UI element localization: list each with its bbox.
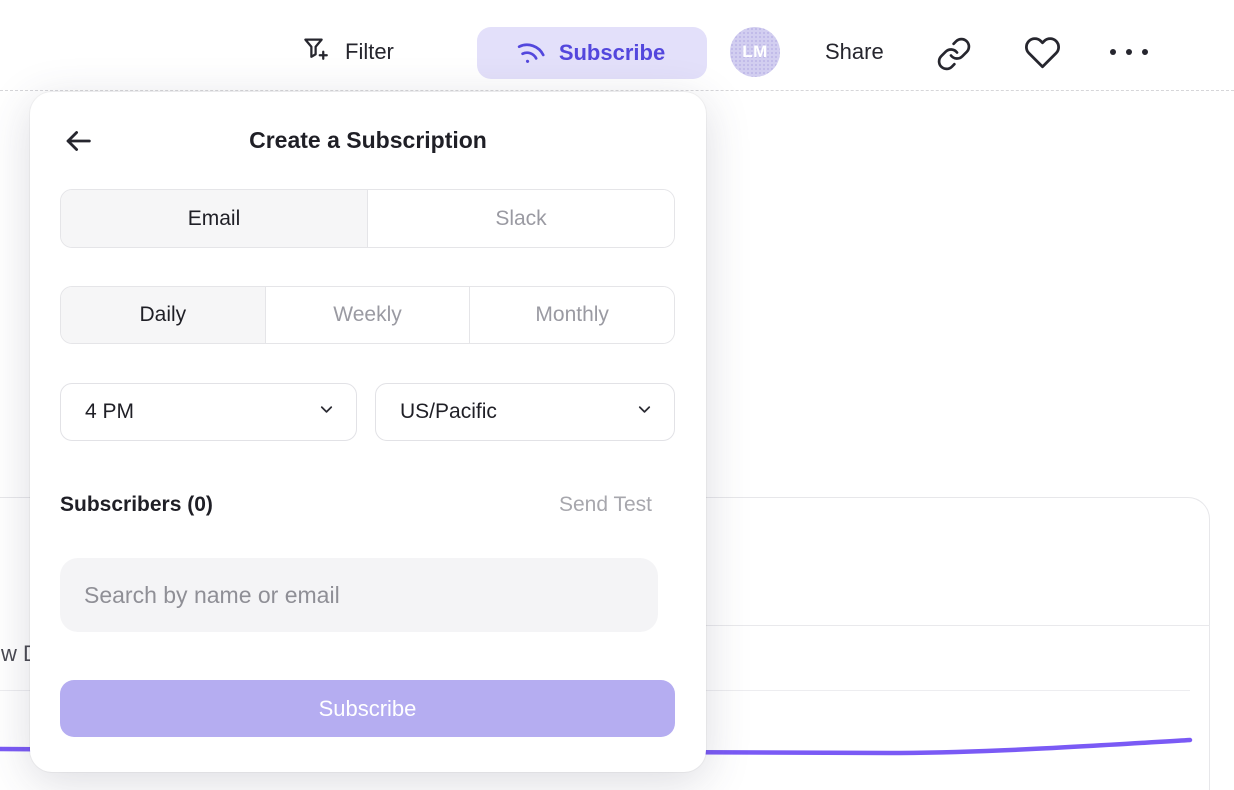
filter-icon	[301, 34, 331, 70]
avatar[interactable]: LM	[730, 27, 780, 77]
toolbar-divider	[0, 90, 1234, 91]
timezone-select[interactable]: US/Pacific	[375, 383, 675, 441]
chevron-down-icon	[635, 400, 654, 425]
tab-daily[interactable]: Daily	[61, 287, 265, 343]
subscribe-toolbar-button[interactable]: Subscribe	[477, 27, 707, 79]
more-menu-button[interactable]	[1106, 41, 1152, 63]
send-test-button[interactable]: Send Test	[559, 493, 652, 517]
favorite-button[interactable]	[1024, 34, 1061, 71]
subscribers-row: Subscribers (0) Send Test	[60, 493, 652, 517]
subscriber-search-input[interactable]	[60, 558, 658, 632]
channel-tabs: Email Slack	[60, 189, 675, 248]
subscribe-label: Subscribe	[559, 40, 665, 66]
time-select[interactable]: 4 PM	[60, 383, 357, 441]
modal-title: Create a Subscription	[30, 127, 706, 154]
filter-button[interactable]: Filter	[301, 30, 394, 74]
tab-slack[interactable]: Slack	[367, 190, 674, 247]
link-icon	[936, 60, 972, 75]
rss-icon	[513, 32, 552, 73]
ellipsis-icon	[1106, 51, 1152, 66]
share-button[interactable]: Share	[825, 39, 884, 65]
avatar-initials: LM	[742, 42, 768, 62]
timezone-select-value: US/Pacific	[400, 400, 497, 424]
copy-link-button[interactable]	[936, 36, 972, 72]
frequency-tabs: Daily Weekly Monthly	[60, 286, 675, 344]
heart-icon	[1024, 59, 1061, 74]
tab-email[interactable]: Email	[61, 190, 367, 247]
subscribers-count-label: Subscribers (0)	[60, 493, 213, 517]
tab-weekly[interactable]: Weekly	[265, 287, 470, 343]
filter-label: Filter	[345, 39, 394, 65]
chevron-down-icon	[317, 400, 336, 425]
time-select-value: 4 PM	[85, 400, 134, 424]
create-subscription-modal: Create a Subscription Email Slack Daily …	[30, 92, 706, 772]
tab-monthly[interactable]: Monthly	[469, 287, 674, 343]
subscribe-submit-button[interactable]: Subscribe	[60, 680, 675, 737]
